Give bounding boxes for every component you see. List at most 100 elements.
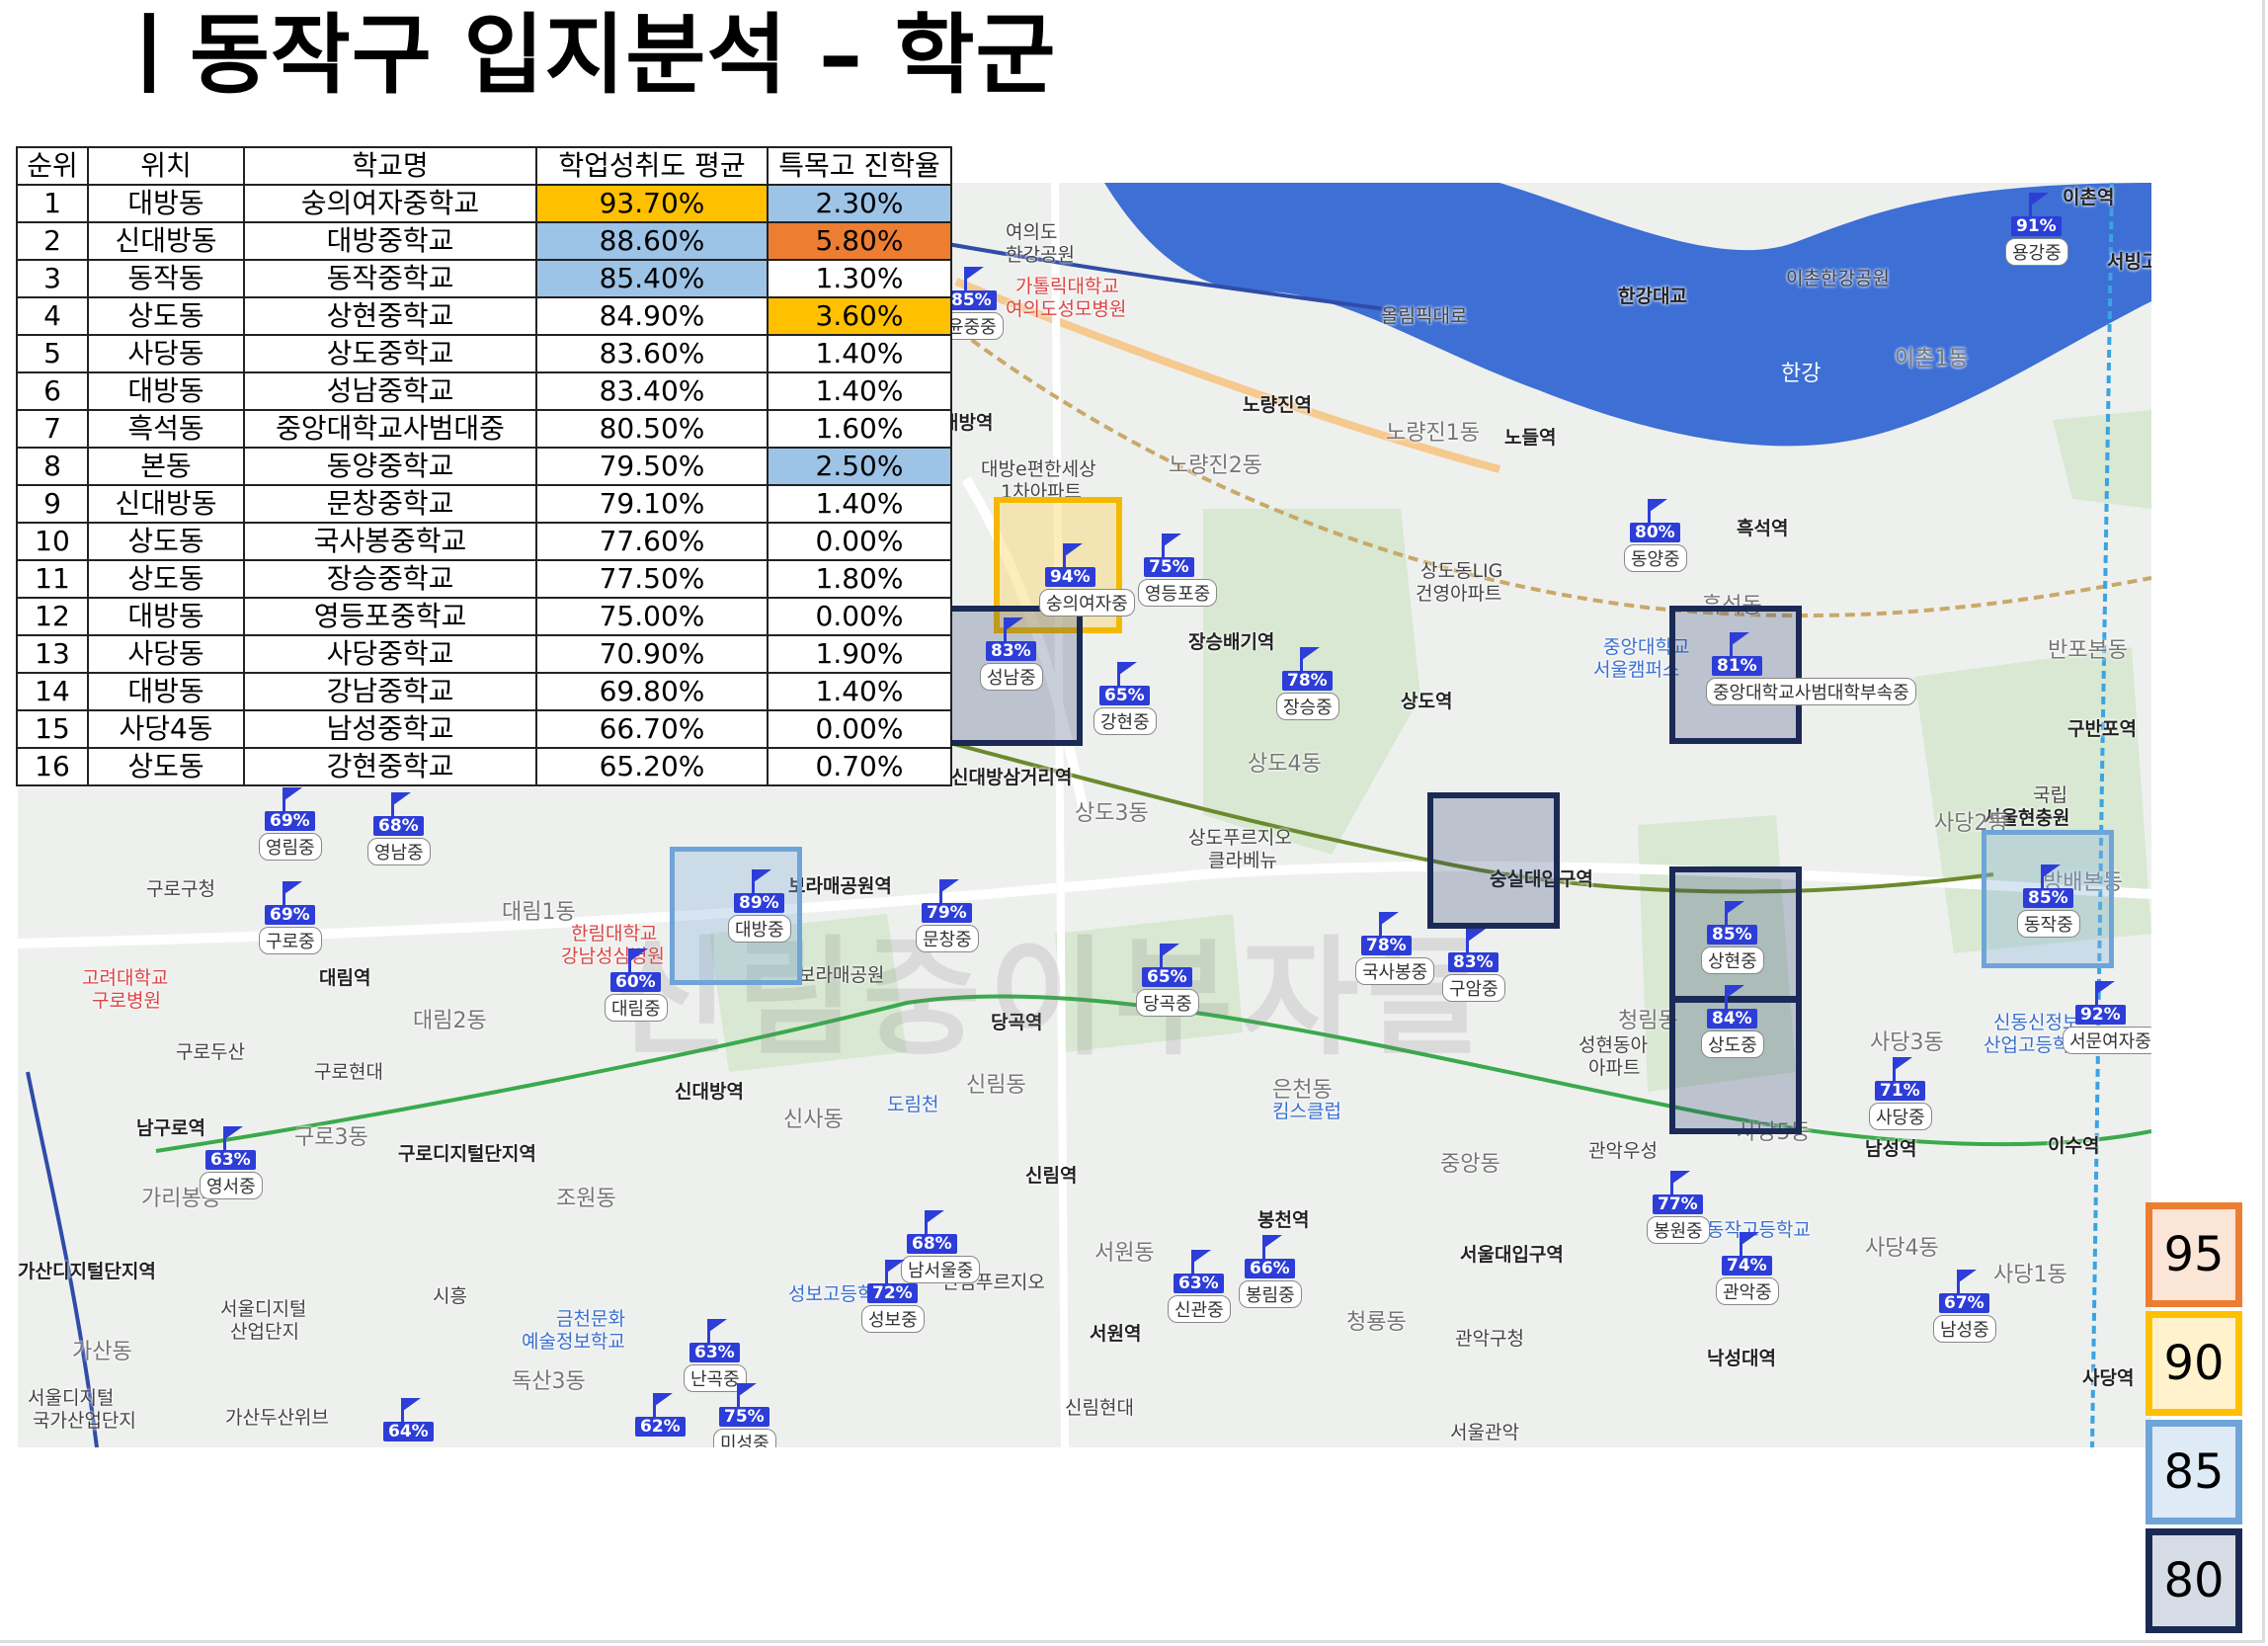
place-label: 서원역 bbox=[1090, 1323, 1142, 1345]
place-label: 노량진1동 bbox=[1386, 421, 1480, 446]
rank-cell: 8 bbox=[16, 447, 89, 486]
school-pin[interactable]: 83% 성남중 bbox=[966, 617, 1065, 691]
school-pin[interactable]: 72% 성보중 bbox=[848, 1260, 946, 1333]
school-pin[interactable]: 63% 영서중 bbox=[186, 1126, 284, 1199]
school-pin[interactable]: 69% 구로중 bbox=[245, 881, 344, 954]
school-pin[interactable]: 81% 중앙대학교사범대학부속중 bbox=[1692, 632, 1916, 705]
place-label: 이촌한강공원 bbox=[1786, 268, 1890, 289]
school-cell: 국사봉중학교 bbox=[243, 522, 537, 561]
school-pin[interactable]: 94% 숭의여자중 bbox=[1025, 543, 1135, 617]
school-pin[interactable]: 75% 미성중 bbox=[699, 1383, 798, 1447]
rank-cell: 5 bbox=[16, 334, 89, 373]
place-label: 산업단지 bbox=[230, 1321, 299, 1343]
school-pin[interactable]: 84% 상도중 bbox=[1687, 985, 1786, 1058]
rate-cell: 1.40% bbox=[767, 672, 952, 711]
school-pin[interactable]: 91% 용강중 bbox=[1991, 193, 2090, 266]
location-cell: 대방동 bbox=[87, 672, 245, 711]
school-pin[interactable]: 66% 봉림중 bbox=[1225, 1235, 1324, 1308]
rate-cell: 1.30% bbox=[767, 259, 952, 298]
school-pin[interactable]: 77% 봉원중 bbox=[1633, 1171, 1732, 1244]
rate-cell: 1.40% bbox=[767, 484, 952, 524]
table-row: 5 사당동 상도중학교 83.60% 1.40% bbox=[16, 334, 952, 373]
location-cell: 대방동 bbox=[87, 371, 245, 411]
school-pin[interactable]: 74% 관악중 bbox=[1702, 1232, 1801, 1305]
place-label: 낙성대역 bbox=[1707, 1348, 1776, 1369]
school-pin[interactable]: 78% 국사봉중 bbox=[1341, 912, 1440, 985]
school-pin[interactable]: 78% 장승중 bbox=[1262, 647, 1361, 720]
school-pin[interactable]: 85% 동작중 bbox=[2003, 864, 2102, 938]
score-cell: 77.50% bbox=[535, 559, 769, 599]
rank-cell: 3 bbox=[16, 259, 89, 298]
school-pin[interactable]: 68% 영남중 bbox=[354, 792, 452, 865]
school-pin[interactable]: 69% 영림중 bbox=[245, 787, 344, 861]
school-pin[interactable]: 75% 영등포중 bbox=[1124, 534, 1223, 607]
rank-cell: 4 bbox=[16, 296, 89, 336]
column-header-rank: 순위 bbox=[16, 146, 89, 186]
school-pin[interactable]: 67% 남성중 bbox=[1919, 1270, 2018, 1343]
place-label: 반포본동 bbox=[2048, 638, 2128, 663]
table-row: 14 대방동 강남중학교 69.80% 1.40% bbox=[16, 672, 952, 711]
place-label: 구로병원 bbox=[92, 990, 161, 1012]
school-cell: 상현중학교 bbox=[243, 296, 537, 336]
school-pin[interactable]: 65% 당곡중 bbox=[1122, 944, 1221, 1017]
school-cell: 장승중학교 bbox=[243, 559, 537, 599]
rate-cell: 1.90% bbox=[767, 634, 952, 674]
place-label: 사당4동 bbox=[1865, 1236, 1939, 1261]
rate-cell: 1.40% bbox=[767, 334, 952, 373]
rank-cell: 12 bbox=[16, 597, 89, 636]
score-cell: 66.70% bbox=[535, 709, 769, 749]
place-label: 구로3동 bbox=[294, 1125, 368, 1150]
table-row: 13 사당동 사당중학교 70.90% 1.90% bbox=[16, 634, 952, 674]
school-cell: 문창중학교 bbox=[243, 484, 537, 524]
table-row: 4 상도동 상현중학교 84.90% 3.60% bbox=[16, 296, 952, 336]
school-cell: 상도중학교 bbox=[243, 334, 537, 373]
place-label: 서울캠퍼스 bbox=[1593, 659, 1680, 681]
location-cell: 동작동 bbox=[87, 259, 245, 298]
road bbox=[1051, 183, 1069, 1447]
place-label: 조원동 bbox=[556, 1187, 616, 1211]
place-label: 킴스클럽 bbox=[1272, 1101, 1341, 1122]
table-row: 2 신대방동 대방중학교 88.60% 5.80% bbox=[16, 221, 952, 261]
place-label: 구로두산 bbox=[176, 1041, 245, 1063]
school-cell: 동양중학교 bbox=[243, 447, 537, 486]
place-label: 한강공원 bbox=[1006, 244, 1075, 266]
place-label: 남성역 bbox=[1865, 1138, 1917, 1160]
rank-cell: 1 bbox=[16, 184, 89, 223]
place-label: 시흥 bbox=[433, 1285, 467, 1307]
place-label: 상도3동 bbox=[1075, 801, 1149, 826]
school-pin[interactable]: 79% 문창중 bbox=[902, 879, 1001, 952]
school-pin[interactable]: 63% 난곡중 bbox=[670, 1319, 769, 1392]
school-pin[interactable]: 65% 강현중 bbox=[1080, 662, 1178, 735]
rate-cell: 3.60% bbox=[767, 296, 952, 336]
location-cell: 대방동 bbox=[87, 597, 245, 636]
school-pin[interactable]: 71% 사당중 bbox=[1855, 1057, 1954, 1130]
column-header-rate: 특목고 진학율 bbox=[767, 146, 952, 186]
school-pin[interactable]: 83% 구암중 bbox=[1428, 929, 1527, 1002]
place-label: 신림현대 bbox=[1065, 1397, 1134, 1419]
place-label: 노들역 bbox=[1504, 427, 1557, 449]
school-pin[interactable]: 80% 동양중 bbox=[1610, 499, 1709, 572]
school-pin[interactable]: 64% bbox=[364, 1398, 462, 1447]
place-label: 관악우성 bbox=[1588, 1140, 1658, 1162]
rank-cell: 15 bbox=[16, 709, 89, 749]
rate-cell: 2.30% bbox=[767, 184, 952, 223]
legend-95: 95 bbox=[2146, 1202, 2242, 1307]
place-label: 가산두산위브 bbox=[225, 1407, 329, 1429]
school-pin[interactable]: 89% 대방중 bbox=[714, 869, 813, 943]
place-label: 신대방역 bbox=[675, 1081, 744, 1103]
score-cell: 79.50% bbox=[535, 447, 769, 486]
place-label: 상도4동 bbox=[1248, 752, 1322, 777]
school-pin[interactable]: 92% 서문여자중 bbox=[2063, 981, 2151, 1054]
rank-cell: 6 bbox=[16, 371, 89, 411]
column-header-school: 학교명 bbox=[243, 146, 537, 186]
school-pin[interactable]: 60% 대림중 bbox=[591, 948, 689, 1022]
legend-80: 80 bbox=[2146, 1528, 2242, 1633]
place-label: 국가산업단지 bbox=[33, 1410, 136, 1432]
place-label: 노량진역 bbox=[1243, 394, 1312, 416]
table-row: 7 흑석동 중앙대학교사범대중 80.50% 1.60% bbox=[16, 409, 952, 449]
school-pin[interactable]: 85% 상현중 bbox=[1687, 901, 1786, 974]
highlight-box-80 bbox=[1427, 792, 1560, 929]
school-cell: 중앙대학교사범대중 bbox=[243, 409, 537, 449]
school-cell: 남성중학교 bbox=[243, 709, 537, 749]
location-cell: 상도동 bbox=[87, 522, 245, 561]
